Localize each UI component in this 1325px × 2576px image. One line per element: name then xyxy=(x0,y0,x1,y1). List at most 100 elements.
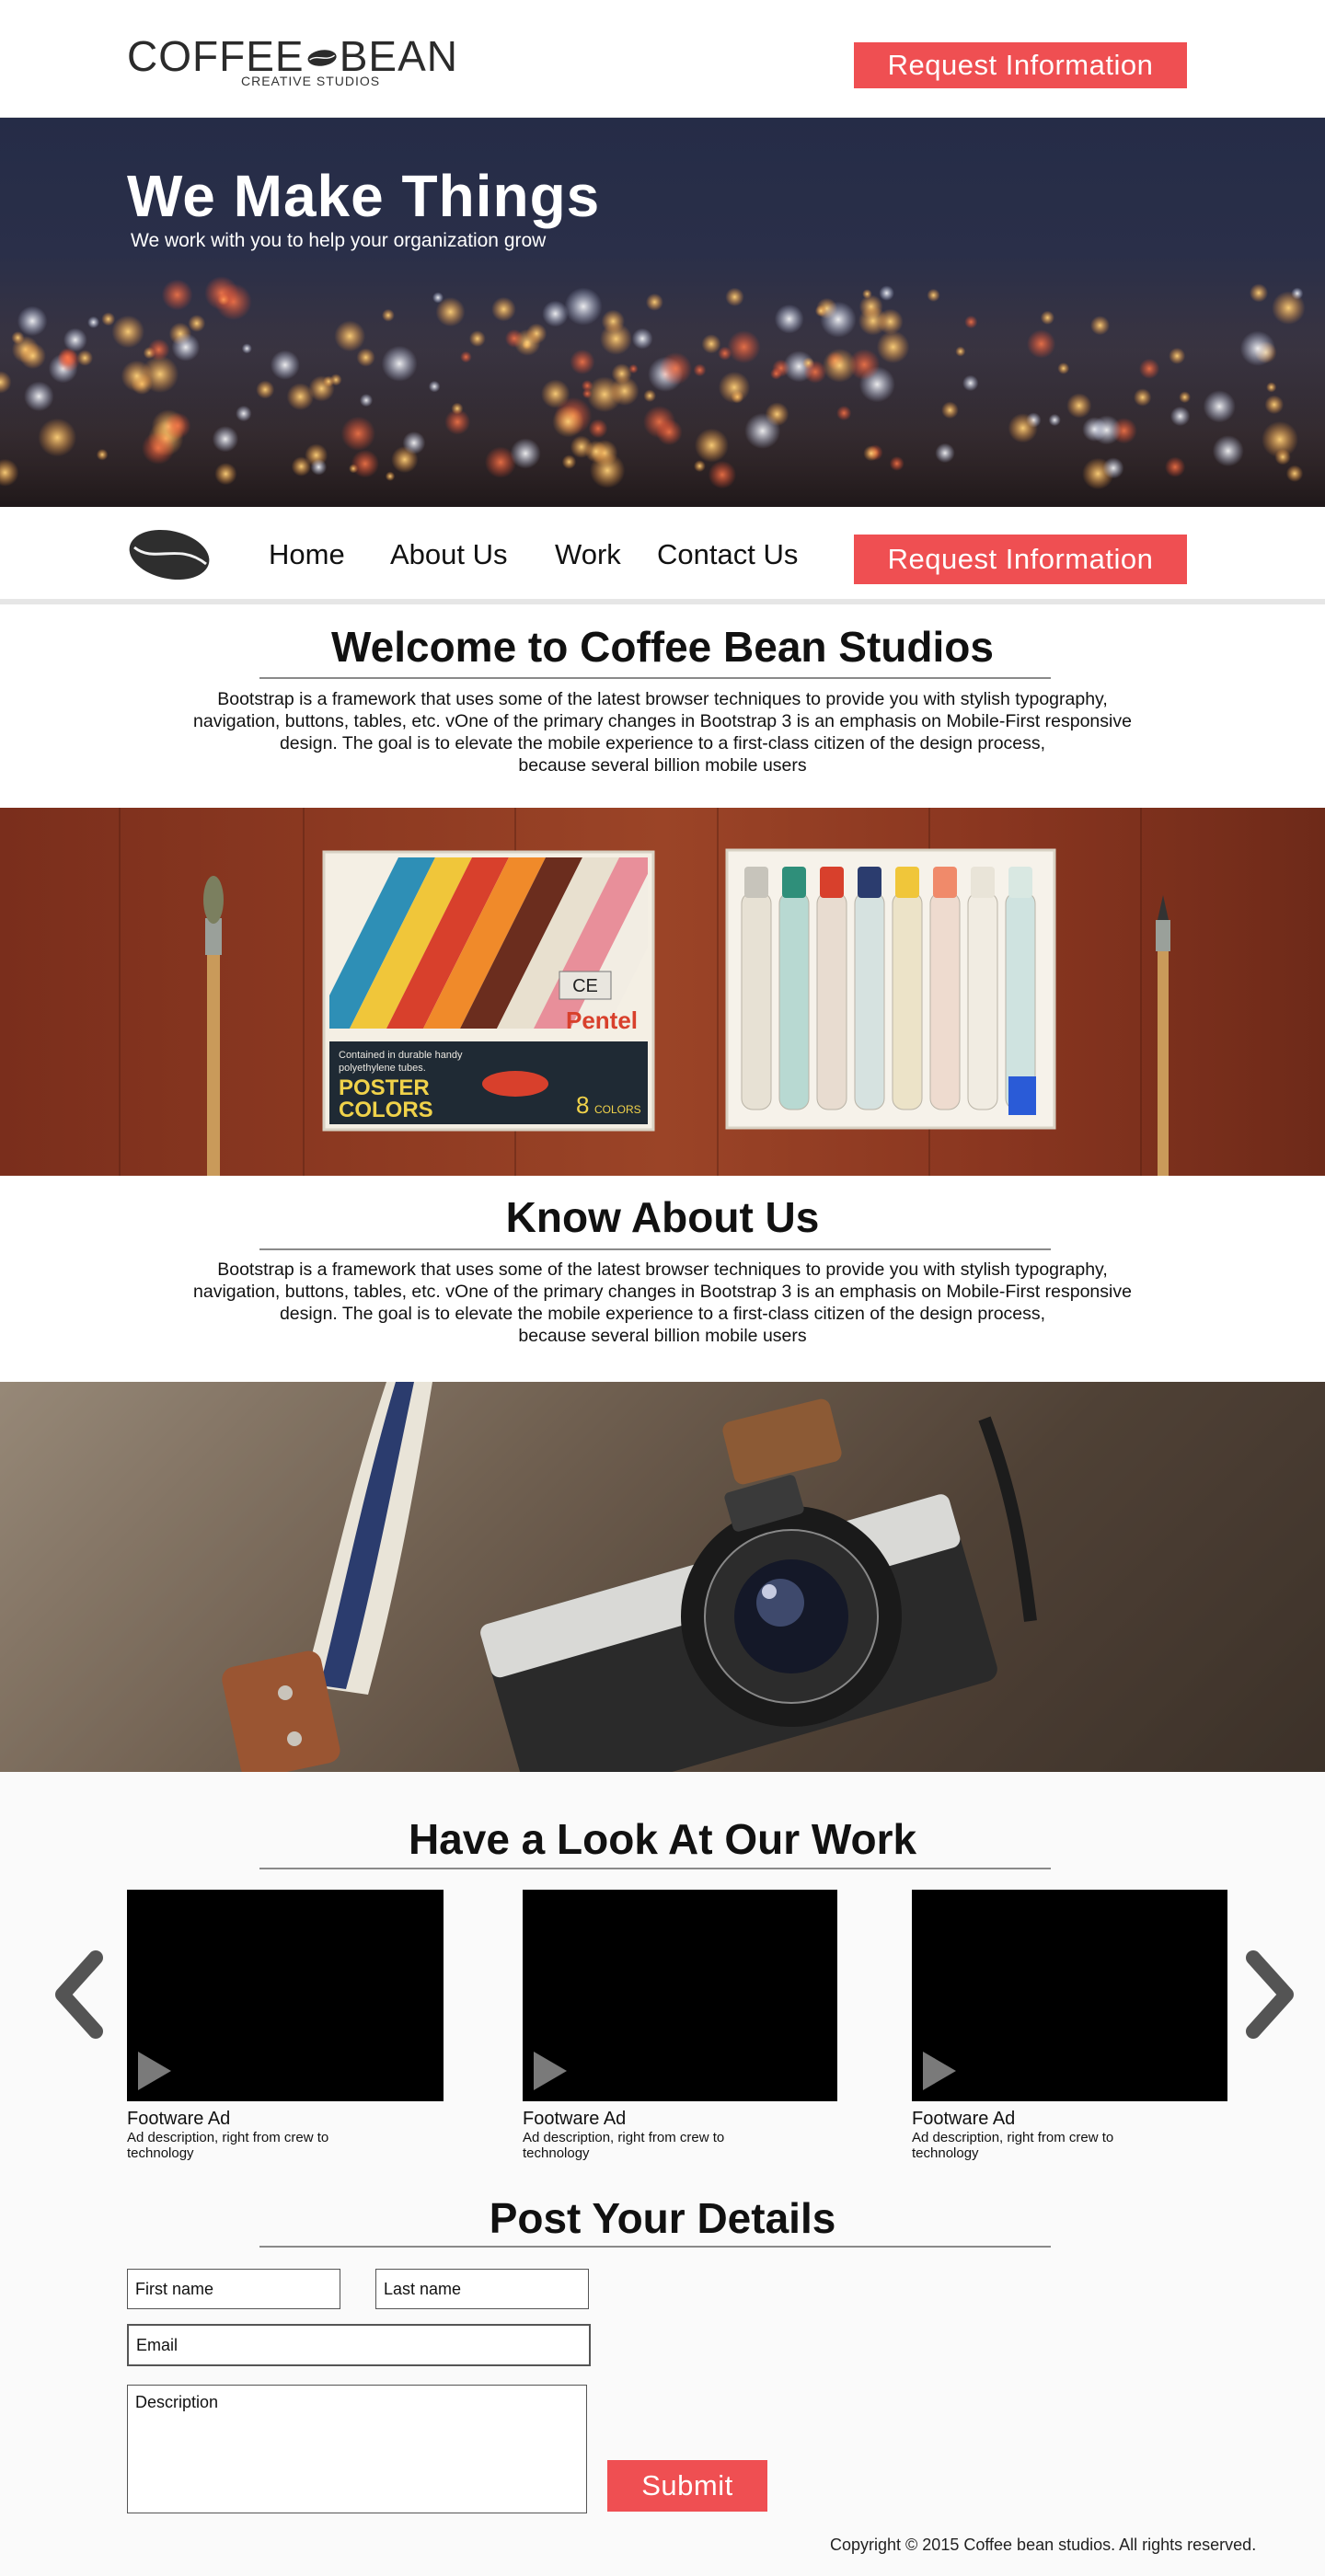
bokeh-light xyxy=(435,297,466,327)
bokeh-light xyxy=(659,351,692,385)
bokeh-light xyxy=(836,405,852,421)
paint-tube-cap xyxy=(1008,1076,1036,1115)
request-information-button[interactable]: Request Information xyxy=(854,42,1187,88)
bokeh-light xyxy=(876,330,910,363)
video-description: Ad description, right from crew to techn… xyxy=(127,2130,329,2161)
bokeh-light xyxy=(161,279,193,311)
main-navigation: Home About Us Work Contact Us Request In… xyxy=(0,507,1325,604)
bokeh-light xyxy=(444,408,471,435)
play-icon[interactable] xyxy=(532,2050,569,2092)
welcome-line: because several billion mobile users xyxy=(518,755,807,776)
bokeh-light xyxy=(385,471,396,481)
bokeh-light xyxy=(513,328,541,356)
bokeh-light xyxy=(1057,362,1070,374)
description-field[interactable] xyxy=(127,2385,587,2513)
bokeh-light xyxy=(656,419,683,446)
bokeh-light xyxy=(310,458,328,476)
bokeh-light xyxy=(241,343,252,354)
work-card: Footware Ad Ad description, right from c… xyxy=(523,1890,839,2161)
coffee-bean-icon xyxy=(307,50,337,66)
bokeh-light xyxy=(356,348,375,367)
bokeh-light xyxy=(291,456,312,477)
work-card: Footware Ad Ad description, right from c… xyxy=(127,1890,444,2161)
last-name-field[interactable] xyxy=(375,2269,589,2309)
about-body: Bootstrap is a framework that uses some … xyxy=(120,1259,1205,1347)
carousel-next-arrow-icon[interactable] xyxy=(1242,1949,1299,2041)
coffee-bean-logo-icon[interactable] xyxy=(127,527,212,582)
contact-title: Post Your Details xyxy=(489,2194,836,2242)
bokeh-light xyxy=(236,405,252,422)
bokeh-light xyxy=(964,315,978,329)
bokeh-light xyxy=(334,320,366,352)
ce-mark: CE xyxy=(572,976,598,996)
nav-item-work[interactable]: Work xyxy=(555,538,621,571)
paint-tube-cap xyxy=(1008,867,1032,898)
bokeh-light xyxy=(17,305,48,337)
carousel-prev-arrow-icon[interactable] xyxy=(50,1949,107,2041)
bokeh-light xyxy=(468,330,486,347)
bokeh-light xyxy=(1264,395,1285,415)
nav-item-home[interactable]: Home xyxy=(269,538,345,571)
bokeh-light xyxy=(820,301,857,338)
bokeh-light xyxy=(1091,415,1122,445)
bokeh-light xyxy=(694,428,729,463)
nav-item-about-us[interactable]: About Us xyxy=(390,538,508,571)
submit-button[interactable]: Submit xyxy=(607,2460,767,2512)
bokeh-light xyxy=(38,418,77,457)
paint-tube xyxy=(967,891,998,1110)
play-icon[interactable] xyxy=(136,2050,173,2092)
nav-request-information-button[interactable]: Request Information xyxy=(854,535,1187,584)
bokeh-light xyxy=(63,328,87,352)
bokeh-light xyxy=(582,388,593,399)
paint-tube-cap xyxy=(895,867,919,898)
paint-tube xyxy=(929,891,961,1110)
bokeh-light xyxy=(584,440,608,463)
work-title: Have a Look At Our Work xyxy=(408,1815,917,1863)
bokeh-light xyxy=(1249,283,1269,303)
bokeh-light xyxy=(359,394,374,408)
bokeh-light xyxy=(631,328,653,350)
left-paintbrush xyxy=(203,876,224,1176)
bokeh-light xyxy=(889,455,904,471)
video-thumbnail[interactable] xyxy=(127,1890,444,2101)
play-icon[interactable] xyxy=(921,2050,958,2092)
logo-text-right: BEAN xyxy=(339,32,458,80)
bokeh-light xyxy=(1285,465,1304,482)
paint-tubes-tray xyxy=(725,848,1056,1130)
bokeh-light xyxy=(927,288,940,302)
bokeh-light xyxy=(1040,310,1054,325)
nav-item-contact-us[interactable]: Contact Us xyxy=(657,538,798,571)
poster-colors-box: CE Pentel Contained in durable handy pol… xyxy=(322,850,655,1132)
about-line: navigation, buttons, tables, etc. vOne o… xyxy=(193,1282,1132,1302)
product-line-1: POSTER xyxy=(339,1075,430,1100)
bokeh-light xyxy=(610,376,639,406)
about-line: because several billion mobile users xyxy=(518,1326,807,1346)
bokeh-light xyxy=(863,445,880,462)
bokeh-light xyxy=(693,363,707,377)
video-thumbnail[interactable] xyxy=(912,1890,1227,2101)
first-name-field[interactable] xyxy=(127,2269,340,2309)
paint-tube xyxy=(892,891,923,1110)
bokeh-light xyxy=(1048,413,1061,427)
bokeh-light xyxy=(935,443,955,464)
bokeh-light xyxy=(256,380,275,399)
poster-colors-image: CE Pentel Contained in durable handy pol… xyxy=(0,808,1325,1176)
bokeh-light xyxy=(1027,329,1056,359)
bokeh-light xyxy=(212,426,239,453)
bokeh-light xyxy=(1212,435,1244,467)
bokeh-light xyxy=(111,315,144,349)
bokeh-light xyxy=(24,381,54,412)
welcome-title-divider xyxy=(259,677,1051,679)
email-field[interactable] xyxy=(127,2324,591,2366)
bokeh-light xyxy=(1274,449,1291,466)
video-title: Footware Ad xyxy=(912,2109,1016,2129)
logo[interactable]: COFFEE BEAN CREATIVE STUDIOS xyxy=(127,35,458,92)
bokeh-light xyxy=(725,287,744,306)
bokeh-light xyxy=(87,316,100,328)
bokeh-light xyxy=(645,293,663,311)
paint-tube-cap xyxy=(933,867,957,898)
video-description: Ad description, right from crew to techn… xyxy=(912,2130,1114,2161)
bokeh-light xyxy=(600,322,632,355)
bokeh-light xyxy=(121,360,153,392)
video-thumbnail[interactable] xyxy=(523,1890,837,2101)
